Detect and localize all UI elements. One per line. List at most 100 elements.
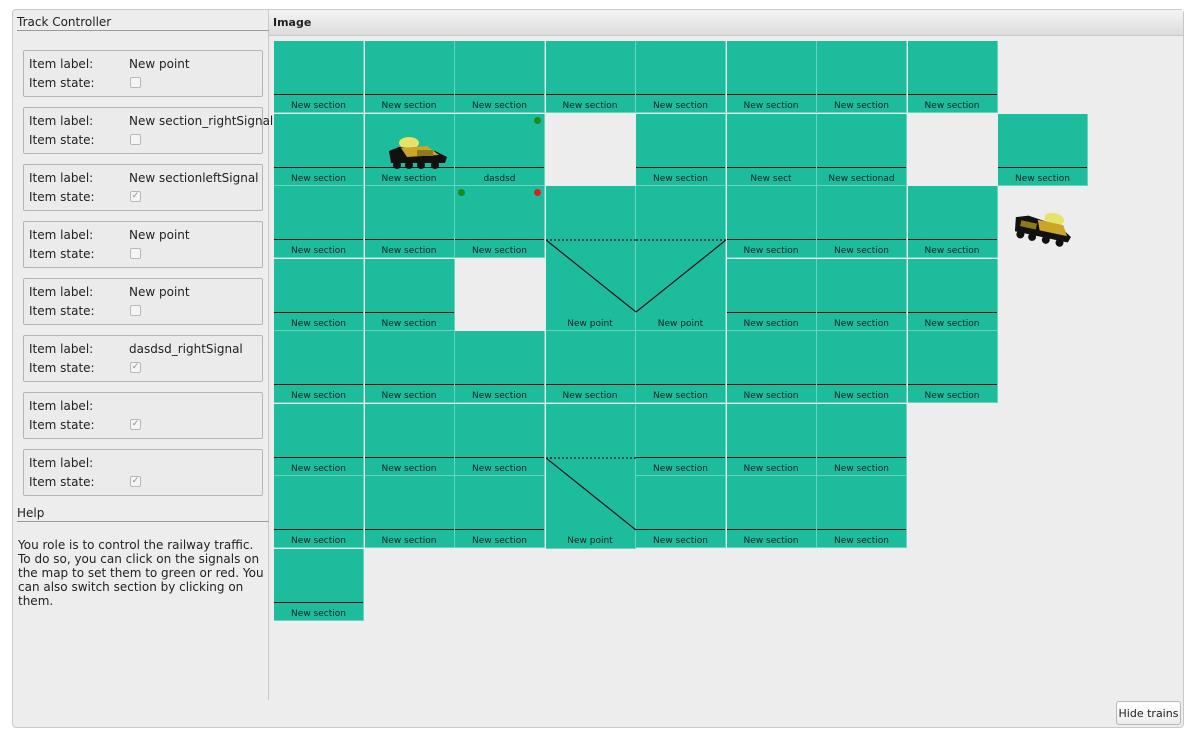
track-section[interactable]: New section xyxy=(817,41,907,113)
track-section[interactable]: New section xyxy=(364,331,455,403)
track-label: New section xyxy=(472,391,527,401)
track-line xyxy=(545,94,635,95)
track-section[interactable]: New section xyxy=(817,403,907,476)
track-section[interactable]: New section xyxy=(907,258,998,331)
hide-trains-button[interactable]: Hide trains xyxy=(1116,701,1181,725)
track-section[interactable]: New section xyxy=(455,41,545,113)
item-state-checkbox[interactable]: ✓ xyxy=(130,191,141,202)
track-section[interactable]: New section xyxy=(726,258,817,331)
item-card: Item label: dasdsd_rightSignal Item state:… xyxy=(23,335,263,382)
signal-green-icon[interactable] xyxy=(458,189,465,196)
item-state-checkbox[interactable] xyxy=(130,77,141,88)
track-label: New section xyxy=(743,463,799,474)
track-label: New section xyxy=(291,318,346,329)
track-line xyxy=(274,601,363,603)
track-section[interactable]: New section xyxy=(455,403,545,476)
track-line xyxy=(726,94,816,95)
track-section[interactable]: New section xyxy=(545,41,636,113)
item-card: Item label: Item state: ✓ xyxy=(23,449,263,496)
track-point[interactable]: New point xyxy=(545,186,636,331)
item-label-caption: Item label: xyxy=(29,342,94,356)
track-section[interactable]: New section xyxy=(274,41,364,113)
track-section[interactable]: New section xyxy=(364,476,455,548)
track-line xyxy=(636,94,725,95)
track-label: New section xyxy=(834,101,889,111)
track-section[interactable]: New section xyxy=(455,476,545,548)
track-line xyxy=(726,239,816,240)
item-state-caption: Item state: xyxy=(29,247,95,261)
point-diverging-track xyxy=(545,239,636,313)
track-label: New section xyxy=(743,101,799,111)
track-line xyxy=(364,456,454,458)
item-state-caption: Item state: xyxy=(29,190,95,204)
track-section[interactable]: New section xyxy=(726,331,817,403)
track-section[interactable]: New section xyxy=(817,186,907,258)
track-section[interactable]: New section xyxy=(726,186,817,258)
track-line xyxy=(274,239,363,240)
track-line xyxy=(726,456,816,458)
track-section[interactable]: New section xyxy=(274,258,364,331)
track-section[interactable]: New sect xyxy=(726,113,817,186)
item-card: Item label: New point Item state: xyxy=(23,50,263,97)
track-section[interactable]: New section xyxy=(636,476,726,548)
track-section[interactable]: New section xyxy=(636,403,726,476)
track-line xyxy=(364,239,454,240)
item-state-checkbox[interactable] xyxy=(130,248,141,259)
track-line xyxy=(636,456,725,458)
track-label: New section xyxy=(834,391,889,401)
track-section[interactable]: New section xyxy=(998,113,1088,186)
track-section[interactable]: New section xyxy=(726,476,817,548)
point-diverging-track xyxy=(636,239,726,313)
panel-title: Track Controller xyxy=(17,13,269,31)
image-panel-header: Image xyxy=(269,10,1183,36)
track-section[interactable]: New section xyxy=(274,331,364,403)
track-label: New point xyxy=(567,536,613,546)
track-section[interactable]: New section xyxy=(545,331,636,403)
signal-red-icon[interactable] xyxy=(534,189,541,196)
track-section[interactable]: New section xyxy=(274,113,364,186)
track-section[interactable]: New section xyxy=(455,186,545,258)
track-section[interactable]: New section xyxy=(364,403,455,476)
item-state-checkbox[interactable] xyxy=(130,305,141,316)
track-line xyxy=(274,384,363,385)
track-point[interactable]: New point xyxy=(636,186,726,331)
signal-green-icon[interactable] xyxy=(534,116,541,124)
track-section[interactable]: New section xyxy=(455,331,545,403)
track-section[interactable]: New section xyxy=(274,548,364,621)
item-state-checkbox[interactable] xyxy=(130,134,141,145)
track-section[interactable]: New sectionad xyxy=(817,113,907,186)
item-label-value: New sectionleftSignal xyxy=(129,171,259,185)
item-state-checkbox[interactable]: ✓ xyxy=(130,476,141,487)
track-section[interactable]: dasdsd xyxy=(455,113,545,186)
track-section[interactable]: New section xyxy=(364,186,455,258)
track-section[interactable]: New section xyxy=(364,258,455,331)
track-section[interactable]: New section xyxy=(907,186,998,258)
track-section[interactable]: New section xyxy=(636,331,726,403)
track-section[interactable]: New section xyxy=(726,41,817,113)
track-section[interactable]: New section xyxy=(636,113,726,186)
item-state-checkbox[interactable]: ✓ xyxy=(130,419,141,430)
item-state-checkbox[interactable]: ✓ xyxy=(130,362,141,373)
track-section[interactable]: New section xyxy=(274,186,364,258)
track-point[interactable]: New point xyxy=(545,403,636,549)
track-section[interactable]: New section xyxy=(364,41,455,113)
item-card: Item label: New point Item state: xyxy=(23,278,263,325)
item-label-value: New point xyxy=(129,57,190,71)
track-section[interactable]: New section xyxy=(817,476,907,548)
track-line xyxy=(455,166,544,168)
track-label: New point xyxy=(567,318,613,329)
track-label: New sect xyxy=(750,173,792,184)
track-section[interactable]: New section xyxy=(274,476,364,548)
track-line xyxy=(364,94,454,95)
track-label: New section xyxy=(291,391,346,401)
track-section[interactable]: New section xyxy=(726,403,817,476)
track-section[interactable]: New section xyxy=(274,403,364,476)
track-section[interactable]: New section xyxy=(636,41,726,113)
track-line xyxy=(817,384,906,385)
track-label: New section xyxy=(834,463,889,474)
track-section[interactable]: New section xyxy=(907,41,998,113)
track-section[interactable]: New section xyxy=(907,331,998,403)
track-line xyxy=(364,311,454,313)
track-section[interactable]: New section xyxy=(817,331,907,403)
track-section[interactable]: New section xyxy=(817,258,907,331)
